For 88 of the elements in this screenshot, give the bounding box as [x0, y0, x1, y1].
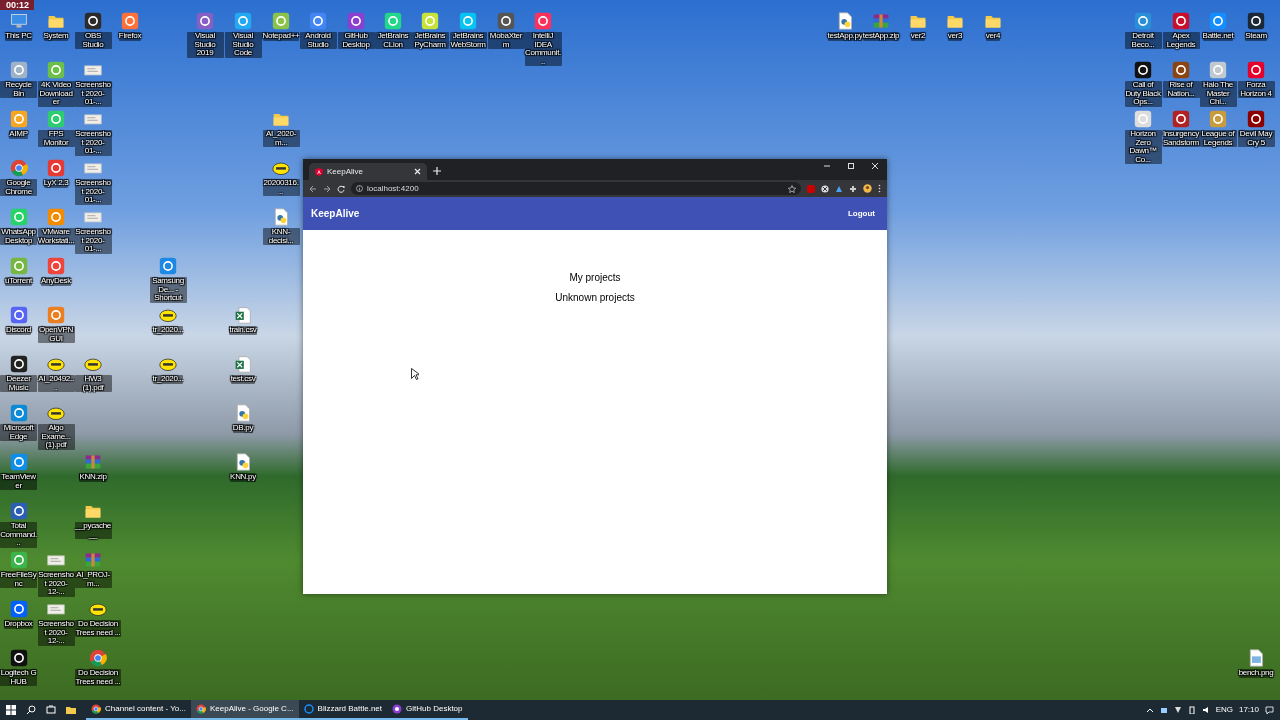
shield-icon: [315, 167, 323, 176]
forward-arrow-icon[interactable]: [323, 184, 331, 193]
extension-icon[interactable]: [835, 184, 843, 193]
address-bar[interactable]: localhost:4200: [351, 182, 801, 195]
plus-icon[interactable]: [433, 167, 441, 175]
back-arrow-icon[interactable]: [309, 184, 317, 193]
desktop-icon-label[interactable]: HW3 (1).pdf: [74, 375, 112, 392]
start-icon[interactable]: [6, 705, 16, 715]
archive-icon[interactable]: [84, 551, 102, 569]
python-file-icon[interactable]: [234, 453, 252, 471]
nav-link[interactable]: My projects: [569, 272, 621, 284]
task-view-icon[interactable]: [46, 705, 56, 715]
reload-icon[interactable]: [337, 184, 345, 193]
avatar-icon[interactable]: [863, 184, 872, 193]
desktop-icon-label[interactable]: AI_PROJ-m...: [74, 571, 112, 588]
spreadsheet-icon[interactable]: [234, 355, 252, 373]
extension-icon[interactable]: [821, 184, 829, 193]
mouse-cursor-icon: [411, 368, 419, 380]
chrome-icon[interactable]: [89, 649, 107, 667]
taskbar-button[interactable]: Channel content - Yo...: [86, 700, 191, 720]
close-icon[interactable]: [414, 168, 421, 175]
desktop-icon-label[interactable]: Horizon Zero Dawn™ Co...: [1124, 130, 1162, 164]
desktop-icon-label[interactable]: SamsungDe... - Shortcut: [149, 277, 187, 303]
desktop-icon-label[interactable]: Microsoft Edge: [0, 424, 37, 441]
browser-tab[interactable]: KeepAlive: [309, 163, 427, 180]
desktop-icon-label[interactable]: Apex Legends: [1162, 32, 1200, 49]
folder-icon[interactable]: [66, 705, 76, 715]
desktop-icon-label[interactable]: GitHub Desktop: [337, 32, 375, 49]
desktop-icon-label[interactable]: AI_20492...: [37, 375, 75, 392]
desktop-icon-label[interactable]: Call of Duty Black Ops...: [1124, 81, 1162, 107]
close-icon[interactable]: [871, 162, 879, 170]
desktop-icon-label[interactable]: MobaXterm: [487, 32, 525, 49]
desktop-icon-label[interactable]: Google Chrome: [0, 179, 37, 196]
desktop-icon-label[interactable]: Rise of Nation...: [1162, 81, 1200, 98]
desktop-icon-label[interactable]: KNN-decisi...: [262, 228, 300, 245]
desktop-icon-label[interactable]: Android Studio: [299, 32, 337, 49]
desktop-icon-label[interactable]: JetBrains PyCharm: [411, 32, 449, 49]
taskbar-button[interactable]: GitHub Desktop: [387, 700, 468, 720]
desktop-icon-label[interactable]: Forza Horizon 4: [1237, 81, 1275, 98]
archive-icon[interactable]: [872, 12, 890, 30]
desktop-icon-label[interactable]: Recycle Bin: [0, 81, 37, 98]
chrome-icon: [195, 704, 206, 714]
star-icon[interactable]: [788, 184, 796, 193]
logout-button[interactable]: Logout: [843, 205, 879, 222]
notification-icon[interactable]: [1265, 705, 1274, 715]
tab-title: KeepAlive: [327, 165, 365, 178]
desktop-icon-label[interactable]: Deezer Music: [0, 375, 37, 392]
desktop-icon-label[interactable]: AI_2020-m...: [262, 130, 300, 147]
taskbar-button[interactable]: Blizzard Battle.net: [298, 700, 388, 720]
clock[interactable]: 17:10: [1238, 704, 1259, 716]
desktop-icon-label[interactable]: FPS Monitor: [37, 130, 75, 147]
python-file-icon[interactable]: [836, 12, 854, 30]
image-file-icon[interactable]: [1247, 649, 1265, 667]
chevron-up-icon[interactable]: [1145, 706, 1154, 714]
desktop-icon-label[interactable]: JetBrains CLion: [374, 32, 412, 49]
app-brand[interactable]: KeepAlive: [311, 206, 360, 221]
desktop-icon-label[interactable]: Detroit Beco...: [1124, 32, 1162, 49]
video-timestamp: 00:12: [0, 0, 35, 10]
language-indicator[interactable]: ENG: [1215, 704, 1233, 716]
desktop-icon-label[interactable]: Algo Exame... (1).pdf: [37, 424, 75, 450]
github-icon: [392, 704, 403, 714]
spreadsheet-icon[interactable]: [234, 306, 252, 324]
swirl-icon: [303, 704, 314, 714]
monitor-icon[interactable]: [9, 12, 28, 30]
taskbar-button[interactable]: KeepAlive - Google C...: [190, 700, 299, 720]
desktop-icon-label[interactable]: __pycache__: [74, 522, 112, 539]
url-text: localhost:4200: [367, 182, 419, 195]
desktop-icon-label[interactable]: 20200316...: [262, 179, 300, 196]
minimize-icon[interactable]: [823, 162, 831, 170]
battery-icon[interactable]: [1187, 706, 1196, 714]
chrome-icon: [91, 704, 101, 714]
desktop-icon-label[interactable]: OBS Studio: [74, 32, 112, 49]
puzzle-icon[interactable]: [849, 184, 857, 193]
desktop-icon-label[interactable]: Visual Studio 2019: [186, 32, 224, 58]
chrome-icon[interactable]: [9, 159, 28, 177]
speaker-icon[interactable]: [1201, 706, 1210, 714]
python-file-icon[interactable]: [272, 208, 290, 226]
desktop-icon-label[interactable]: Halo The Master Chi...: [1199, 81, 1237, 107]
desktop-icon-label[interactable]: Visual Studio Code: [224, 32, 262, 58]
search-icon[interactable]: [26, 705, 36, 715]
nav-link[interactable]: Unknown projects: [555, 292, 635, 304]
archive-icon[interactable]: [84, 453, 102, 471]
python-file-icon[interactable]: [234, 404, 252, 422]
maximize-icon[interactable]: [847, 162, 855, 170]
desktop-icon-label[interactable]: IntelliJ IDEA Communit...: [524, 32, 562, 66]
desktop-icon-label[interactable]: Total Command...: [0, 522, 37, 548]
info-icon[interactable]: [356, 185, 363, 192]
desktop-icon-label[interactable]: 4K Video Downloader: [37, 81, 75, 107]
